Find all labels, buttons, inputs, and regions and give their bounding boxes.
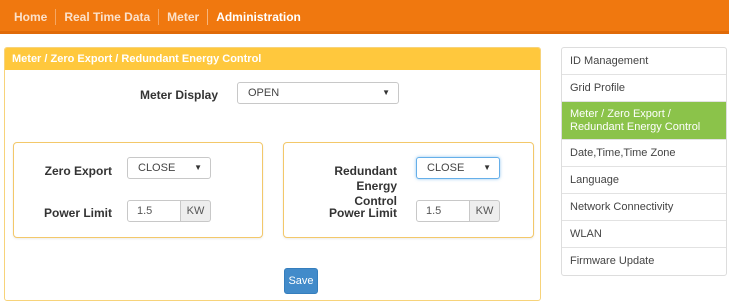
meter-display-label: Meter Display [139,88,218,102]
redundant-energy-label: Redundant Energy Control [292,164,397,209]
nav-real-time-data[interactable]: Real Time Data [55,9,158,25]
nav-home[interactable]: Home [6,9,55,25]
zero-export-power-limit-group: 1.5 KW [127,200,211,222]
redundant-power-limit-input[interactable]: 1.5 [416,200,470,222]
sidebar-item-meter-zero-export[interactable]: Meter / Zero Export / Redundant Energy C… [562,102,726,140]
zero-export-select[interactable]: CLOSE ▼ [127,157,211,179]
main-nav: Home Real Time Data Meter Administration [6,0,309,34]
sidebar-item-id-management[interactable]: ID Management [562,48,726,75]
panel-title: Meter / Zero Export / Redundant Energy C… [5,48,540,70]
meter-display-select[interactable]: OPEN ▼ [237,82,399,104]
redundant-energy-select[interactable]: CLOSE ▼ [416,157,500,179]
sidebar-item-wlan[interactable]: WLAN [562,221,726,248]
top-nav-bar: Home Real Time Data Meter Administration [0,0,729,34]
unit-addon: KW [181,200,211,222]
redundant-energy-label-line1: Redundant Energy [334,164,397,193]
zero-export-power-limit-input[interactable]: 1.5 [127,200,181,222]
sidebar-item-grid-profile[interactable]: Grid Profile [562,75,726,102]
zero-export-power-limit-label: Power Limit [43,206,112,220]
nav-meter[interactable]: Meter [158,9,207,25]
sidebar-item-language[interactable]: Language [562,167,726,194]
meter-display-value: OPEN [248,87,280,99]
unit-addon: KW [470,200,500,222]
zero-export-label: Zero Export [44,164,112,178]
sidebar-item-date-time[interactable]: Date,Time,Time Zone [562,140,726,167]
redundant-energy-value: CLOSE [427,162,465,174]
save-button[interactable]: Save [284,268,318,294]
redundant-power-limit-group: 1.5 KW [416,200,500,222]
sidebar-item-network-connectivity[interactable]: Network Connectivity [562,194,726,221]
nav-administration[interactable]: Administration [207,9,309,25]
chevron-down-icon: ▼ [382,88,390,97]
admin-sidebar: ID Management Grid Profile Meter / Zero … [561,47,727,276]
chevron-down-icon: ▼ [194,163,202,172]
sidebar-item-firmware-update[interactable]: Firmware Update [562,248,726,275]
chevron-down-icon: ▼ [483,163,491,172]
zero-export-value: CLOSE [138,162,176,174]
redundant-power-limit-label: Power Limit [328,206,397,220]
